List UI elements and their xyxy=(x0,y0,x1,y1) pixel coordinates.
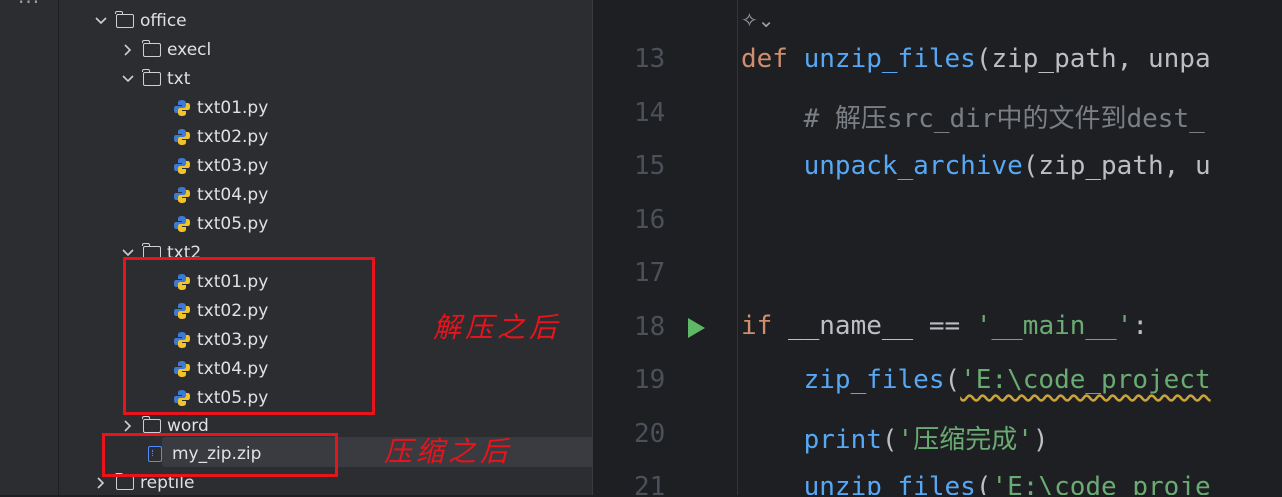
project-tree: office execl txt txt01.py txt02.py txt03.p… xyxy=(59,0,649,495)
code-line-13: def unzip_files(zip_path, unpa xyxy=(741,44,1211,74)
chevron-down-icon[interactable] xyxy=(94,16,108,25)
tree-label: txt05.py xyxy=(197,213,269,234)
tree-folder-office[interactable]: office xyxy=(94,6,187,35)
run-icon[interactable] xyxy=(688,318,705,338)
annotation-after-unzip: 解压之后 xyxy=(433,311,562,344)
gutter-separator xyxy=(737,0,738,495)
tree-label: txt03.py xyxy=(197,155,269,176)
chevron-down-icon[interactable] xyxy=(121,248,135,257)
line-number: 14 xyxy=(634,97,666,128)
line-number: 19 xyxy=(634,365,666,395)
tree-label: office xyxy=(140,10,187,31)
folder-icon xyxy=(115,10,134,28)
chevron-right-icon[interactable] xyxy=(121,419,135,432)
tree-file-py[interactable]: txt04.py xyxy=(173,180,268,209)
code-line-19: zip_files('E:\code_project xyxy=(741,365,1211,395)
python-file-icon xyxy=(173,215,191,233)
tree-label: txt xyxy=(167,68,191,89)
line-number: 20 xyxy=(634,418,666,449)
tool-strip: ··· xyxy=(0,0,59,495)
more-options-icon[interactable]: ··· xyxy=(18,0,40,14)
ai-assistant-icon[interactable]: ✧⌄ xyxy=(741,8,775,32)
python-file-icon xyxy=(173,186,191,204)
code-line-18: if __name__ == '__main__': xyxy=(741,311,1149,341)
annotation-box-zipped xyxy=(102,433,338,477)
tree-label: txt02.py xyxy=(197,126,269,147)
tree-file-py[interactable]: txt02.py xyxy=(173,122,268,151)
tree-folder-txt[interactable]: txt xyxy=(121,64,190,93)
line-number: 17 xyxy=(634,258,666,288)
python-file-icon xyxy=(173,99,191,117)
chevron-right-icon[interactable] xyxy=(94,476,108,489)
line-number: 15 xyxy=(634,151,666,181)
tree-file-py[interactable]: txt03.py xyxy=(173,151,268,180)
code-line-14: # 解压src_dir中的文件到dest_ xyxy=(741,104,1205,134)
line-number: 18 xyxy=(634,311,666,342)
annotation-after-zip: 压缩之后 xyxy=(384,435,513,468)
tree-label: execl xyxy=(167,39,212,60)
line-number: 16 xyxy=(634,204,666,235)
code-line-20: print('压缩完成') xyxy=(741,425,1049,455)
line-number: 21 xyxy=(634,472,666,495)
chevron-right-icon[interactable] xyxy=(121,43,135,56)
tree-folder-execl[interactable]: execl xyxy=(121,35,211,64)
tree-file-py[interactable]: txt01.py xyxy=(173,93,268,122)
folder-icon xyxy=(142,68,161,86)
code-line-15: unpack_archive(zip_path, u xyxy=(741,151,1211,181)
python-file-icon xyxy=(173,128,191,146)
line-number: 13 xyxy=(634,44,666,74)
tree-file-py[interactable]: txt05.py xyxy=(173,209,268,238)
tree-label: txt04.py xyxy=(197,184,269,205)
folder-icon xyxy=(142,415,161,433)
chevron-down-icon[interactable] xyxy=(121,74,135,83)
python-file-icon xyxy=(173,157,191,175)
folder-icon xyxy=(115,472,134,490)
annotation-box-unzipped xyxy=(123,257,375,415)
code-line-21: unzip_files('E:\code_proje xyxy=(741,472,1211,495)
code-editor[interactable]: ✧⌄ 13 14 15 16 17 18 19 20 21 def unzip_files(zi… xyxy=(604,0,1282,495)
tree-label: txt01.py xyxy=(197,97,269,118)
folder-icon xyxy=(142,39,161,57)
